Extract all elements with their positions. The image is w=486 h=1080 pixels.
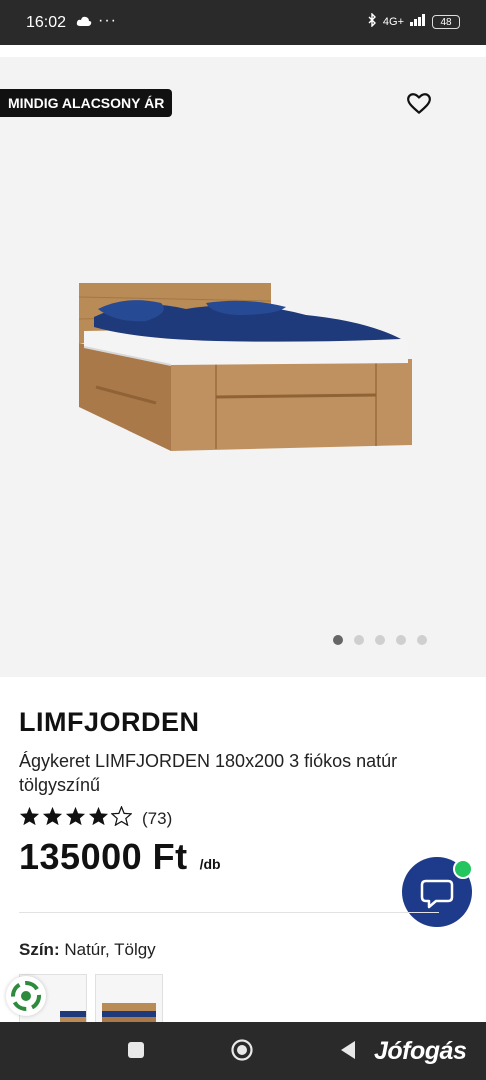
product-brand: LIMFJORDEN — [19, 707, 200, 737]
gallery-pagination — [333, 635, 427, 645]
top-spacer — [0, 45, 486, 57]
product-title: Ágykeret LIMFJORDEN 180x200 3 fiókos nat… — [19, 751, 398, 795]
gallery-dot[interactable] — [417, 635, 427, 645]
gallery-dot[interactable] — [354, 635, 364, 645]
price-row: 135000 Ft /db — [19, 836, 221, 878]
status-more-dots: ··· — [98, 12, 117, 29]
home-button[interactable] — [231, 1039, 253, 1061]
price-unit: /db — [199, 856, 221, 872]
status-time: 16:02 — [26, 14, 67, 31]
network-type: 4G+ — [382, 15, 404, 28]
status-bar: 16:02 ··· 4G+ 48 — [0, 0, 486, 45]
recent-apps-button[interactable] — [128, 1042, 144, 1058]
star-outline-icon — [110, 805, 133, 831]
color-variant-thumb[interactable] — [95, 974, 163, 1024]
back-button[interactable] — [339, 1040, 357, 1060]
online-indicator — [453, 859, 473, 879]
product-gallery[interactable]: MINDIG ALACSONY ÁR — [0, 57, 486, 677]
status-indicators: 4G+ 48 — [367, 12, 460, 30]
recycle-icon[interactable] — [6, 976, 46, 1016]
star-icon — [19, 806, 40, 831]
divider — [19, 912, 439, 913]
color-selector-label: Szín: Natúr, Tölgy — [19, 940, 156, 960]
product-image-bed — [76, 279, 416, 454]
star-icon — [65, 806, 86, 831]
watermark-logo: Jófogás — [374, 1037, 467, 1065]
battery-indicator: 48 — [432, 14, 460, 29]
gallery-dot[interactable] — [396, 635, 406, 645]
product-price: 135000 Ft — [19, 836, 188, 877]
gallery-dot-active[interactable] — [333, 635, 343, 645]
cloud-icon — [76, 14, 92, 32]
system-nav-bar: Jófogás — [0, 1022, 486, 1080]
star-icon — [42, 806, 63, 831]
signal-icon — [410, 14, 426, 29]
star-icon — [88, 806, 109, 831]
color-label: Szín: — [19, 940, 60, 959]
heart-icon[interactable] — [406, 91, 432, 117]
rating-count[interactable]: (73) — [142, 809, 172, 829]
color-value: Natúr, Tölgy — [64, 940, 156, 959]
promo-badge: MINDIG ALACSONY ÁR — [0, 89, 173, 117]
bluetooth-icon — [367, 12, 377, 30]
gallery-dot[interactable] — [375, 635, 385, 645]
product-rating[interactable]: (73) — [19, 805, 172, 831]
